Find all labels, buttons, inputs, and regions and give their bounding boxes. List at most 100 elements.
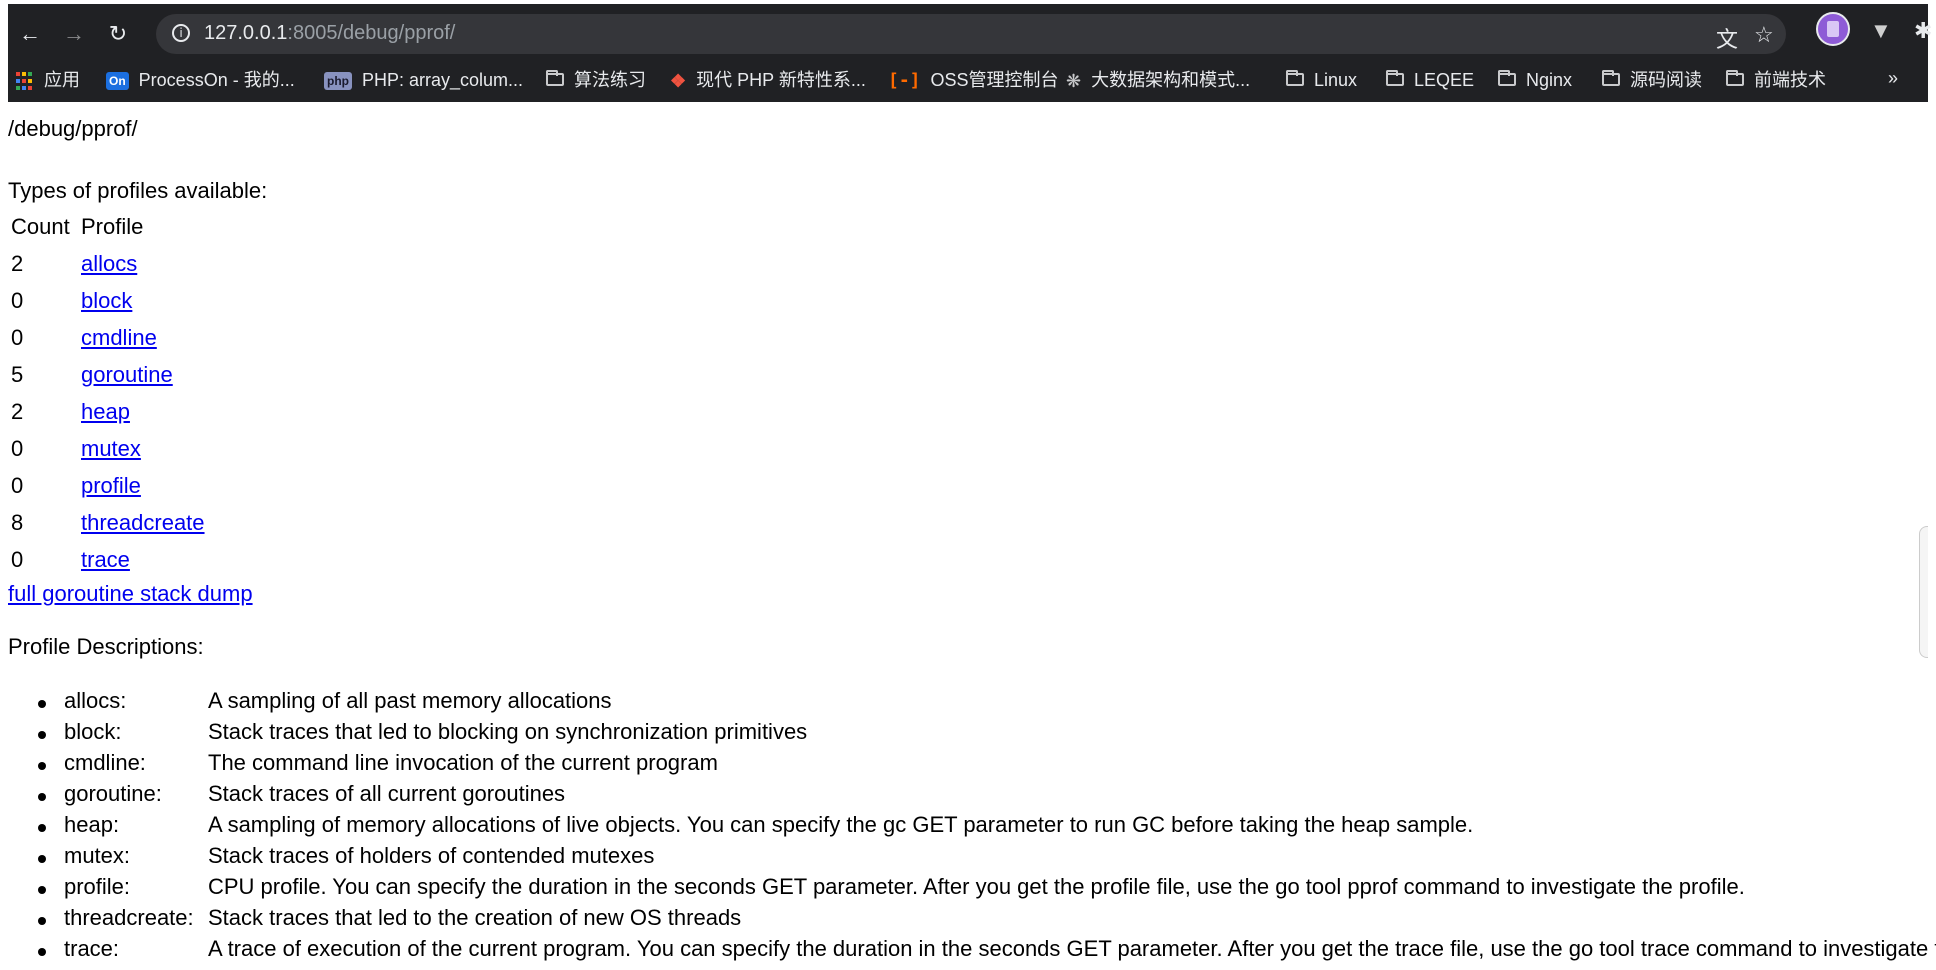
bullet-icon (38, 855, 46, 863)
apps-grid-icon (16, 72, 34, 90)
bookmark-label: 前端技术 (1754, 70, 1826, 90)
profile-link-profile[interactable]: profile (81, 473, 141, 499)
types-heading: Types of profiles available: (8, 178, 268, 203)
description-text: Stack traces of all current goroutines (208, 781, 566, 806)
profile-link-heap[interactable]: heap (81, 399, 130, 425)
profile-row: 8 threadcreate (8, 510, 408, 546)
folder-icon (1386, 69, 1404, 86)
bookmark-folder-algorithms[interactable]: 算法练习 (546, 68, 646, 92)
folder-icon (1498, 69, 1516, 86)
laravel-icon: ❖ (670, 71, 687, 92)
folder-icon (1726, 69, 1744, 86)
profile-link-goroutine[interactable]: goroutine (81, 362, 173, 388)
profile-count: 2 (11, 399, 24, 424)
profile-count: 2 (11, 251, 24, 276)
profile-link-mutex[interactable]: mutex (81, 436, 141, 462)
bullet-icon (38, 824, 46, 832)
reload-icon[interactable]: ↻ (104, 20, 132, 48)
description-name: allocs: (64, 688, 127, 713)
bookmark-folder-nginx[interactable]: Nginx (1498, 68, 1572, 92)
folder-icon (546, 69, 564, 86)
profile-link-cmdline[interactable]: cmdline (81, 325, 157, 351)
bullet-icon (38, 917, 46, 925)
folder-icon (1286, 69, 1304, 86)
description-item: goroutine: Stack traces of all current go… (8, 781, 1928, 811)
description-item: cmdline: The command line invocation of t… (8, 750, 1928, 780)
description-text: The command line invocation of the curre… (208, 750, 718, 775)
bookmark-label: 算法练习 (574, 70, 646, 90)
bullet-icon (38, 762, 46, 770)
back-arrow-icon[interactable]: ← (16, 20, 44, 48)
bookmark-label: Linux (1314, 70, 1358, 90)
url-text[interactable]: 127.0.0.1:8005/debug/pprof/ (204, 22, 455, 45)
profile-row: 5 goroutine (8, 362, 408, 398)
site-info-icon[interactable]: i (172, 24, 190, 42)
aliyun-icon: [-] (888, 70, 921, 92)
processon-icon: On (106, 72, 129, 91)
forward-arrow-icon[interactable]: → (60, 20, 88, 48)
folder-icon (1602, 69, 1620, 86)
bookmark-php[interactable]: php PHP: array_colum... (324, 68, 523, 92)
bookmark-label: 源码阅读 (1630, 70, 1702, 90)
bookmark-bigdata[interactable]: ❋ 大数据架构和模式... (1066, 68, 1250, 92)
profile-count: 8 (11, 510, 24, 535)
bookmark-label: 应用 (44, 70, 80, 90)
bookmark-star-icon[interactable]: ☆ (1754, 22, 1774, 48)
profile-row: 0 profile (8, 473, 408, 509)
description-name: goroutine: (64, 781, 162, 806)
side-panel-handle[interactable] (1919, 526, 1928, 658)
profile-link-trace[interactable]: trace (81, 547, 130, 573)
bookmark-label: ProcessOn - 我的... (138, 70, 295, 90)
profile-link-allocs[interactable]: allocs (81, 251, 137, 277)
php-icon: php (324, 72, 352, 91)
bookmark-oss-console[interactable]: [-] OSS管理控制台 (888, 68, 1059, 92)
bookmark-apps[interactable]: 应用 (16, 68, 80, 92)
profile-row: 0 block (8, 288, 408, 324)
profile-avatar[interactable] (1816, 12, 1850, 46)
bee-icon: ❋ (1066, 71, 1082, 92)
profile-link-block[interactable]: block (81, 288, 132, 314)
bookmark-processon[interactable]: On ProcessOn - 我的... (106, 68, 295, 92)
bookmark-folder-linux[interactable]: Linux (1286, 68, 1357, 92)
column-header-profile: Profile (81, 214, 144, 239)
description-text: Stack traces that led to the creation of… (208, 905, 742, 930)
bookmark-folder-frontend[interactable]: 前端技术 (1726, 68, 1826, 92)
description-name: heap: (64, 812, 120, 837)
bookmark-label: 大数据架构和模式... (1091, 70, 1251, 90)
description-item: heap: A sampling of memory allocations of… (8, 812, 1928, 842)
full-goroutine-dump-link[interactable]: full goroutine stack dump (8, 581, 253, 607)
address-bar[interactable]: i 127.0.0.1:8005/debug/pprof/ 文 ☆ (156, 14, 1786, 54)
translate-icon[interactable]: 文 (1716, 22, 1738, 54)
description-item: mutex: Stack traces of holders of contend… (8, 843, 1928, 873)
profile-row: 0 cmdline (8, 325, 408, 361)
description-name: cmdline: (64, 750, 146, 775)
extensions-puzzle-icon[interactable]: ✱ (1914, 18, 1932, 44)
column-header-count: Count (11, 214, 70, 239)
bookmark-folder-source-reading[interactable]: 源码阅读 (1602, 68, 1702, 92)
description-name: block: (64, 719, 122, 744)
descriptions-heading: Profile Descriptions: (8, 634, 204, 659)
profile-count: 0 (11, 436, 24, 461)
bookmark-label: OSS管理控制台 (930, 70, 1059, 90)
description-text: A sampling of memory allocations of live… (208, 812, 1474, 837)
bookmark-modern-php[interactable]: ❖ 现代 PHP 新特性系... (670, 68, 866, 92)
profile-count: 0 (11, 547, 24, 572)
bookmarks-bar: 应用 On ProcessOn - 我的... php PHP: array_col… (8, 60, 1928, 100)
bullet-icon (38, 948, 46, 956)
url-host: 127.0.0.1 (204, 22, 288, 44)
profile-link-threadcreate[interactable]: threadcreate (81, 510, 205, 536)
page-path: /debug/pprof/ (8, 116, 138, 141)
bookmark-label: LEQEE (1414, 70, 1475, 90)
vue-extension-icon[interactable]: ▼ (1870, 18, 1892, 44)
description-name: profile: (64, 874, 131, 899)
bookmark-label: Nginx (1526, 70, 1573, 90)
profile-row: 0 mutex (8, 436, 408, 472)
more-bookmarks-chevron-icon[interactable]: » (1888, 68, 1898, 89)
description-item: allocs: A sampling of all past memory all… (8, 688, 1928, 718)
description-item: profile: CPU profile. You can specify the… (8, 874, 1928, 904)
description-name: threadcreate: (64, 905, 194, 930)
bookmark-folder-leqee[interactable]: LEQEE (1386, 68, 1474, 92)
description-text: Stack traces that led to blocking on syn… (208, 719, 808, 744)
bullet-icon (38, 700, 46, 708)
profile-count: 5 (11, 362, 24, 387)
